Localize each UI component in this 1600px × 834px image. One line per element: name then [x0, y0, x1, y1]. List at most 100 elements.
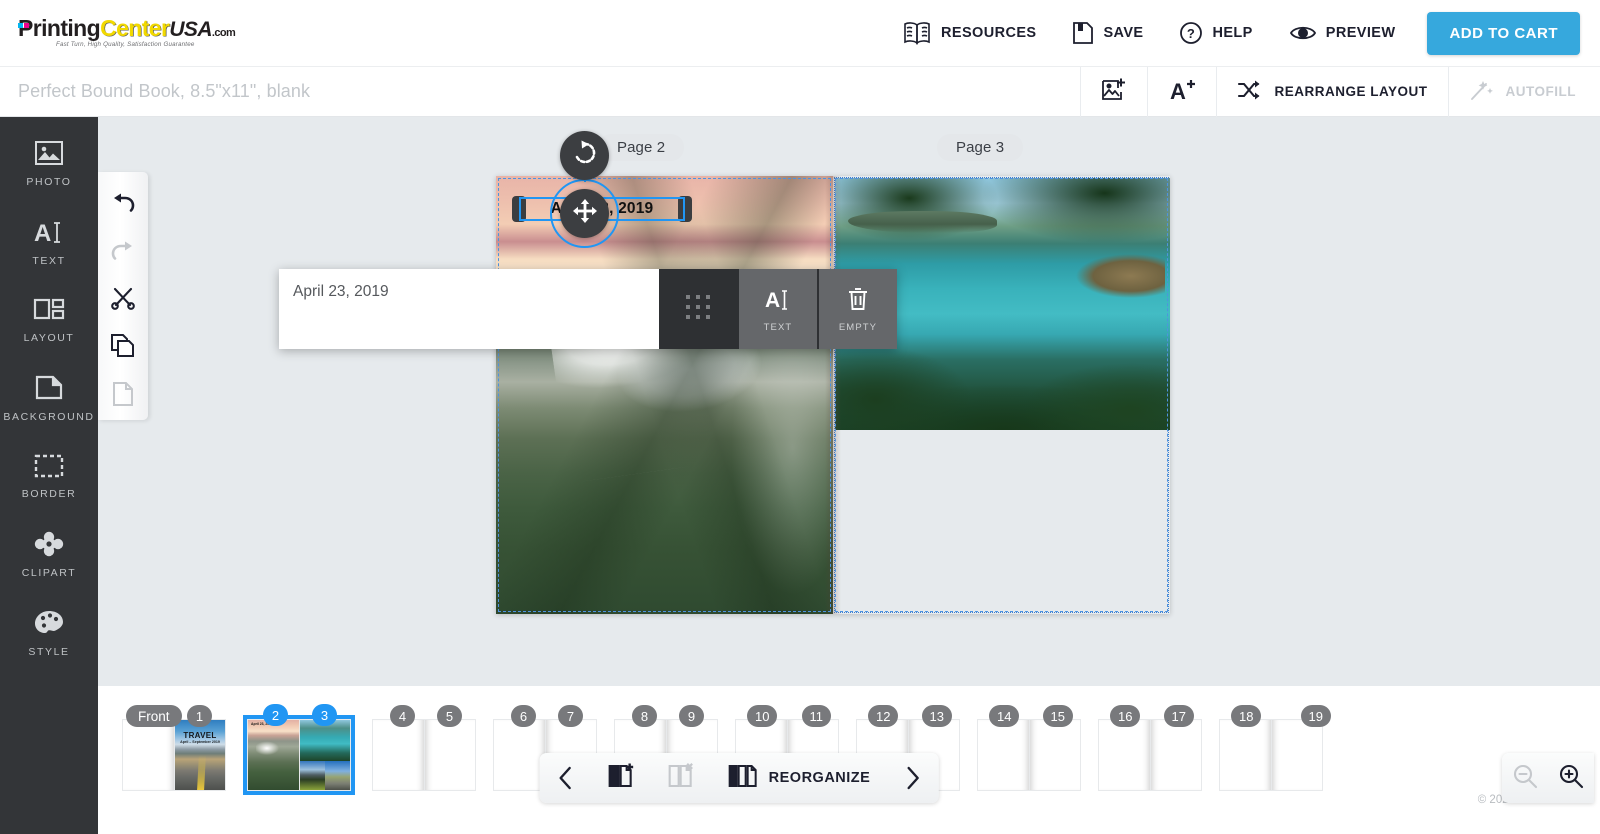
rotate-handle[interactable] [560, 131, 609, 180]
thumb-page-2[interactable]: April 23, 2019 [247, 719, 299, 791]
sidebar-item-photo[interactable]: PHOTO [0, 139, 98, 188]
text-edit-popup[interactable]: A TEXT EMPTY [279, 269, 897, 349]
sidebar-item-background[interactable]: BACKGROUND [0, 374, 98, 423]
page-right[interactable] [833, 176, 1170, 614]
top-navigation: RESOURCES SAVE ? HELP [884, 0, 1600, 67]
transform-frame-button[interactable] [659, 269, 737, 349]
sidebar-label: BORDER [22, 488, 77, 500]
page-label-left: Page 2 [598, 134, 684, 161]
sidebar-item-clipart[interactable]: CLIPART [0, 530, 98, 579]
nav-save[interactable]: SAVE [1054, 0, 1161, 67]
nav-label: PREVIEW [1326, 25, 1396, 41]
zoom-in-icon [1558, 763, 1584, 794]
thumb-page[interactable] [1271, 719, 1323, 791]
thumb-page[interactable] [1219, 719, 1271, 791]
redo-button[interactable] [98, 230, 148, 278]
text-input[interactable] [279, 269, 659, 349]
paste-button[interactable] [98, 372, 148, 420]
left-sidebar: PHOTO A TEXT LAYOUT [0, 117, 98, 834]
autofill-button[interactable]: AUTOFILL [1448, 67, 1600, 117]
transform-frame-icon [683, 292, 713, 327]
thumb-page[interactable] [1029, 719, 1081, 791]
page-left[interactable]: April 23, 2019 [496, 176, 833, 614]
page-number-badge: 18 [1231, 705, 1261, 727]
empty-button[interactable]: EMPTY [819, 269, 897, 349]
magic-wand-icon [1469, 78, 1495, 105]
svg-text:A: A [1170, 79, 1186, 103]
sidebar-label: TEXT [32, 255, 65, 267]
page-canvas[interactable]: Page 2 Page 3 April 23, 2019 [98, 117, 1600, 686]
thumbnail-spread[interactable]: 14 15 [977, 719, 1081, 791]
sidebar-item-style[interactable]: STYLE [0, 609, 98, 658]
sidebar-label: STYLE [28, 646, 69, 658]
background-icon [34, 374, 64, 402]
product-title: Perfect Bound Book, 8.5"x11", blank [18, 81, 310, 102]
thumb-page-blank[interactable] [122, 719, 174, 791]
remove-page-icon [668, 763, 696, 793]
trash-icon [846, 286, 870, 317]
thumbnail-spread-front[interactable]: Front TRAVEL April – September 2019 1 [122, 719, 226, 791]
sidebar-label: LAYOUT [24, 332, 75, 344]
thumb-page-3[interactable] [299, 719, 351, 791]
page-number-badge: 13 [922, 705, 952, 727]
rearrange-layout-button[interactable]: REARRANGE LAYOUT [1216, 67, 1447, 117]
next-spread-button[interactable] [886, 753, 938, 803]
page-number-badge: 14 [989, 705, 1019, 727]
reorganize-button[interactable]: REORGANIZE [712, 753, 887, 803]
copy-button[interactable] [98, 325, 148, 373]
sidebar-item-border[interactable]: BORDER [0, 453, 98, 500]
thumb-page[interactable] [493, 719, 545, 791]
eye-icon [1289, 22, 1317, 44]
thumb-page[interactable] [1150, 719, 1202, 791]
move-arrows-icon [572, 198, 598, 229]
sidebar-item-text[interactable]: A TEXT [0, 218, 98, 267]
add-page-icon [608, 763, 636, 793]
add-text-button[interactable]: A [1147, 67, 1216, 117]
subtool-label: AUTOFILL [1506, 84, 1577, 99]
nav-resources[interactable]: RESOURCES [884, 0, 1054, 67]
thumbnail-spread-selected[interactable]: April 23, 2019 2 3 [243, 715, 355, 795]
add-to-cart-button[interactable]: ADD TO CART [1427, 12, 1580, 55]
text-button[interactable]: A TEXT [739, 269, 817, 349]
add-image-button[interactable] [1080, 67, 1147, 117]
page-number-badge: 8 [632, 705, 657, 727]
brand-logo[interactable]: PrintingCenterUSA.com Fast Turn, High Qu… [18, 17, 235, 48]
previous-spread-button[interactable] [540, 753, 592, 803]
layout-icon [32, 297, 66, 323]
zoom-in-button[interactable] [1548, 753, 1594, 803]
thumb-photo-glacier: April 23, 2019 [248, 720, 299, 790]
thumbnail-spread[interactable]: 16 17 [1098, 719, 1202, 791]
thumb-page-cover[interactable]: TRAVEL April – September 2019 [174, 719, 226, 791]
logo-center: Center [100, 15, 169, 41]
page-number-badge: 9 [679, 705, 704, 727]
cut-button[interactable] [98, 277, 148, 325]
nav-label: HELP [1212, 25, 1252, 41]
undo-button[interactable] [98, 182, 148, 230]
thumb-page[interactable] [977, 719, 1029, 791]
thumb-page[interactable] [424, 719, 476, 791]
logo-printing: Printing [18, 15, 100, 41]
thumbnail-spread[interactable]: 18 19 [1219, 719, 1323, 791]
photo-glacier[interactable] [496, 176, 833, 614]
nav-preview[interactable]: PREVIEW [1271, 0, 1414, 67]
border-icon [33, 453, 65, 479]
sidebar-item-layout[interactable]: LAYOUT [0, 297, 98, 344]
zoom-out-button[interactable] [1502, 753, 1548, 803]
logo-usa: USA [169, 18, 212, 41]
nav-help[interactable]: ? HELP [1161, 0, 1270, 67]
page-label-right: Page 3 [937, 134, 1023, 161]
page-number-badge: 3 [312, 704, 337, 726]
nav-label: SAVE [1103, 25, 1143, 41]
logo-com: .com [212, 27, 235, 39]
svg-text:A: A [34, 220, 51, 246]
thumb-page[interactable] [1098, 719, 1150, 791]
logo-tagline: Fast Turn, High Quality, Satisfaction Gu… [56, 42, 235, 48]
page-number-badge: 12 [868, 705, 898, 727]
remove-page-button[interactable] [652, 753, 712, 803]
add-page-button[interactable] [592, 753, 652, 803]
thumbnail-spread[interactable]: 4 5 [372, 719, 476, 791]
thumb-page[interactable] [372, 719, 424, 791]
cover-art: TRAVEL April – September 2019 [175, 720, 225, 790]
page-number-badge: 7 [558, 705, 583, 727]
move-handle[interactable] [560, 189, 609, 238]
